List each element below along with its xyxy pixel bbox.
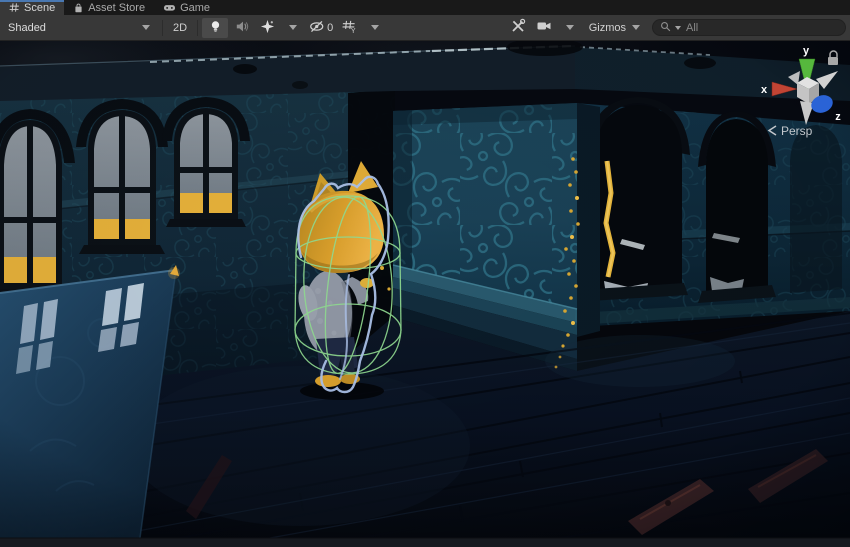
speaker-icon — [234, 19, 249, 37]
scene-toolbar: Shaded 2D — [0, 15, 850, 41]
search-filter-chevron-icon — [675, 26, 681, 30]
projection-label: Persp — [781, 124, 813, 138]
camera-icon — [536, 19, 552, 36]
tab-game[interactable]: Game — [154, 0, 219, 15]
gizmos-label: Gizmos — [589, 22, 626, 34]
wrench-screwdriver-icon — [510, 18, 526, 37]
scene-render: y x z Persp — [0, 41, 850, 547]
chevron-down-icon — [632, 25, 640, 30]
scene-effects-button[interactable] — [254, 18, 280, 38]
grid-icon: Y — [341, 19, 357, 37]
tab-game-label: Game — [180, 2, 210, 14]
chevron-down-icon — [289, 25, 297, 30]
scene-grid-icon — [9, 2, 20, 13]
search-input[interactable] — [684, 21, 839, 35]
toggle-2d-label: 2D — [170, 22, 190, 34]
grid-dropdown[interactable] — [362, 18, 388, 38]
hidden-count-label: 0 — [327, 22, 333, 34]
chevron-down-icon — [566, 25, 574, 30]
toggle-2d-button[interactable]: 2D — [167, 18, 193, 38]
scene-search-field[interactable] — [652, 19, 846, 36]
scene-lighting-button[interactable] — [202, 18, 228, 38]
axis-x-label[interactable]: x — [761, 84, 768, 96]
axis-y-label[interactable]: y — [803, 45, 810, 57]
toolbar-divider — [197, 20, 198, 36]
eye-slash-icon — [309, 19, 325, 37]
bottom-panel-edge — [0, 538, 850, 547]
camera-settings-dropdown[interactable] — [557, 18, 583, 38]
chevron-down-icon — [142, 25, 150, 30]
grid-axis-letter: Y — [351, 28, 356, 34]
axis-z-label[interactable]: z — [835, 111, 841, 123]
draw-mode-dropdown[interactable]: Shaded — [0, 18, 158, 38]
toolbar-right-group: Gizmos — [505, 18, 850, 38]
tab-bar: Scene Asset Store Game — [0, 0, 850, 15]
chevron-down-icon — [371, 25, 379, 30]
toolbar-divider — [162, 20, 163, 36]
tab-scene-label: Scene — [24, 2, 55, 14]
lightbulb-icon — [208, 19, 223, 37]
scene-visibility-button[interactable]: 0 — [306, 18, 336, 38]
component-tools-button[interactable] — [505, 18, 531, 38]
effects-sparkle-icon — [260, 19, 275, 37]
grid-visibility-button[interactable]: Y — [336, 18, 362, 38]
tab-asset-store-label: Asset Store — [88, 2, 145, 14]
vignette — [0, 41, 850, 538]
search-icon — [659, 20, 672, 36]
scene-effects-dropdown[interactable] — [280, 18, 306, 38]
shopping-bag-icon — [73, 2, 84, 14]
scene-audio-button[interactable] — [228, 18, 254, 38]
gamepad-icon — [163, 2, 176, 13]
scene-camera-button[interactable] — [531, 18, 557, 38]
scene-viewport[interactable]: y x z Persp — [0, 41, 850, 547]
unity-editor-window: Scene Asset Store Game Shaded 2D — [0, 0, 850, 547]
gizmos-dropdown[interactable]: Gizmos — [583, 18, 646, 38]
tab-asset-store[interactable]: Asset Store — [64, 0, 154, 15]
tab-scene[interactable]: Scene — [0, 0, 64, 15]
draw-mode-label: Shaded — [8, 22, 46, 34]
